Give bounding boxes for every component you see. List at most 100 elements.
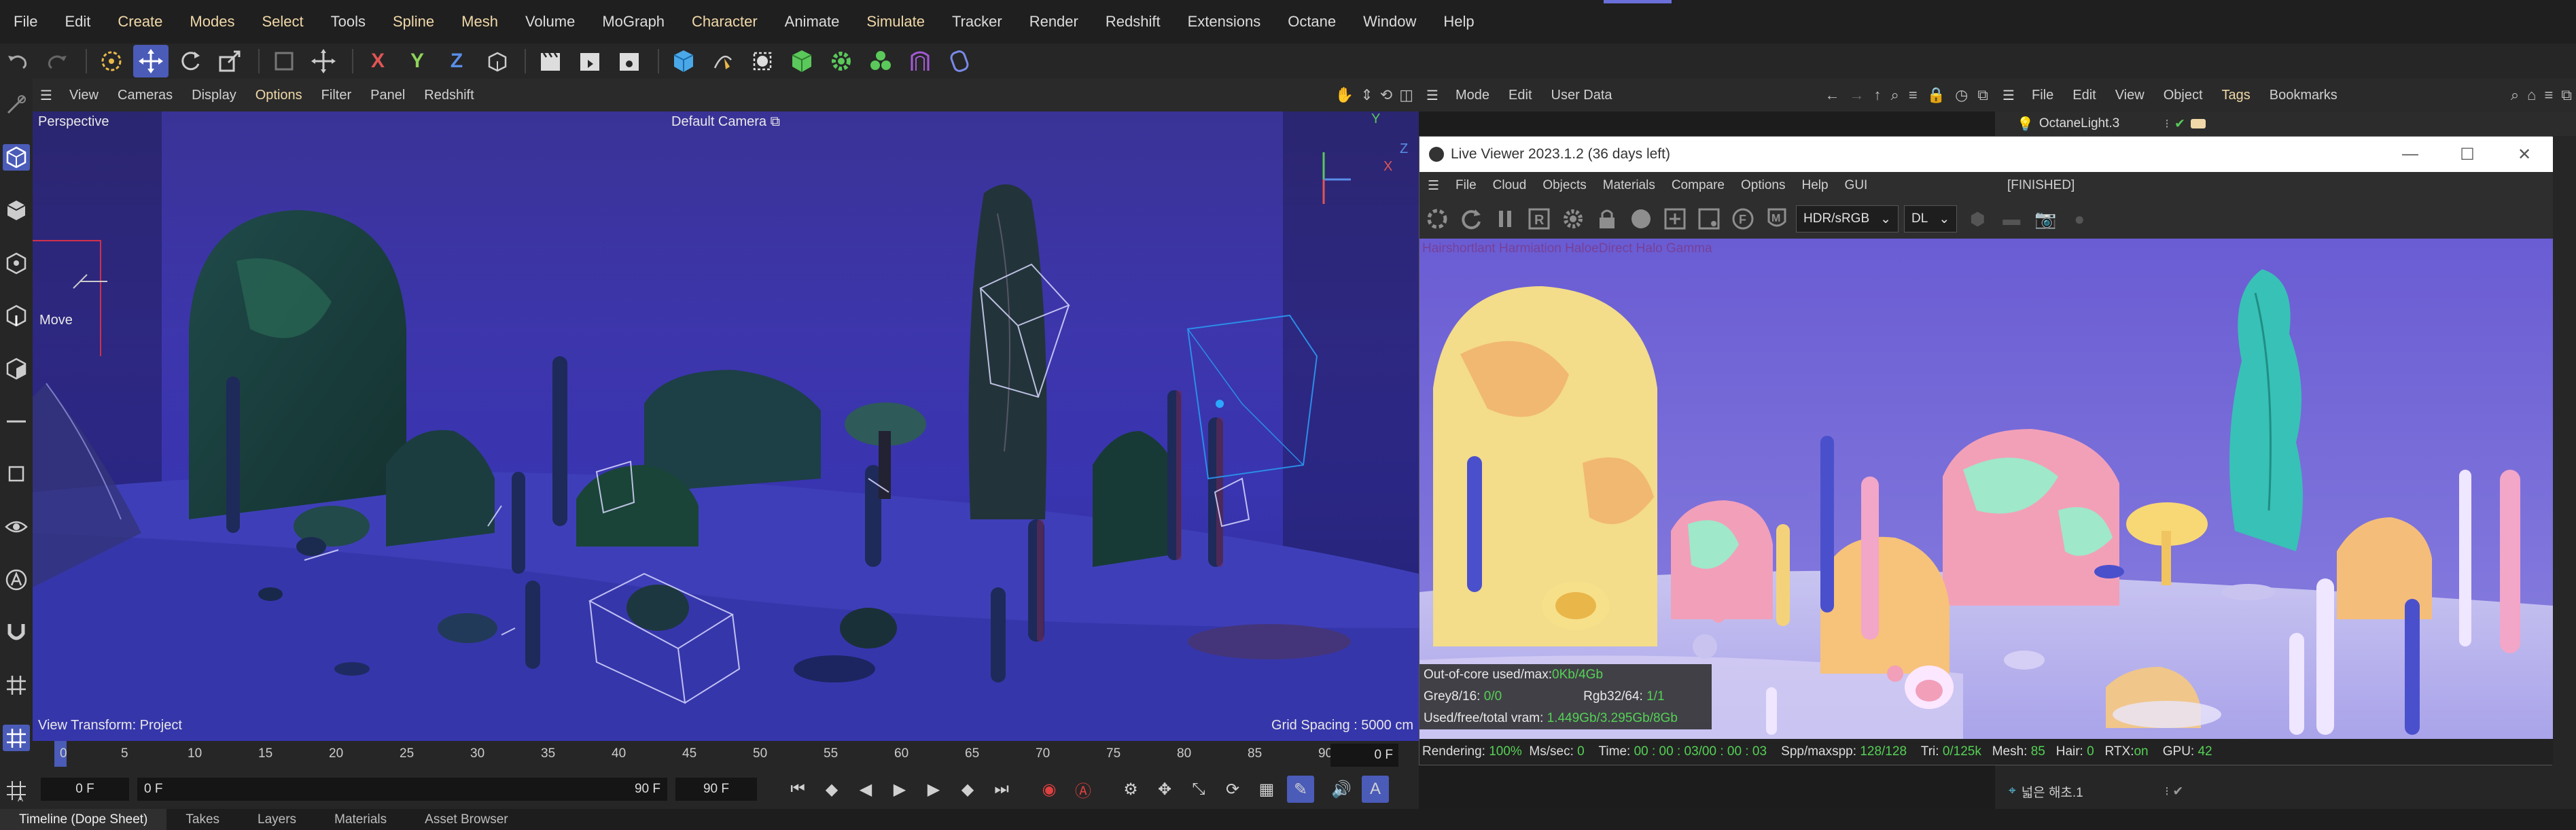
edge-mode-button[interactable]: [3, 302, 30, 330]
attribute-menu-edit[interactable]: Edit: [1499, 88, 1541, 103]
magnet-button[interactable]: [3, 619, 30, 646]
render-settings-button[interactable]: [612, 45, 647, 77]
filter-icon[interactable]: ≡: [1909, 86, 1918, 104]
viewport-menu-cameras[interactable]: Cameras: [108, 88, 182, 103]
clay-mode-button[interactable]: ⬢: [1962, 204, 1992, 234]
point-mode-button[interactable]: [3, 249, 30, 277]
field-button[interactable]: [942, 45, 977, 77]
menu-tools[interactable]: Tools: [317, 13, 379, 31]
key-param-button[interactable]: ▦: [1253, 776, 1280, 803]
3d-viewport[interactable]: Perspective Default Camera ⧉ Move Y Z X …: [33, 111, 1419, 741]
lv-menu-compare[interactable]: Compare: [1663, 178, 1733, 193]
previous-frame-button[interactable]: ◀: [852, 776, 879, 803]
lv-menu-cloud[interactable]: Cloud: [1485, 178, 1535, 193]
coordinate-system-button[interactable]: [478, 45, 514, 77]
sound-button[interactable]: 🔊: [1328, 776, 1355, 803]
viewport-projection-label[interactable]: Perspective: [38, 114, 109, 130]
y-axis-lock-button[interactable]: Y: [400, 45, 435, 77]
pan-hand-icon[interactable]: ✋: [1335, 86, 1354, 104]
focus-button[interactable]: F: [1728, 204, 1758, 234]
key-scale-button[interactable]: ⤡: [1185, 776, 1212, 803]
viewport-menu-panel[interactable]: Panel: [361, 88, 414, 103]
next-key-button[interactable]: ◆: [954, 776, 981, 803]
subdivision-button[interactable]: [745, 45, 780, 77]
uv-mode-button[interactable]: [3, 460, 30, 487]
home-icon[interactable]: ⌂: [2527, 86, 2536, 104]
transform-button[interactable]: [306, 45, 341, 77]
axis-mode-button[interactable]: [3, 408, 30, 435]
menu-file[interactable]: File: [0, 13, 51, 31]
menu-modes[interactable]: Modes: [176, 13, 248, 31]
undo-button[interactable]: [0, 45, 35, 77]
lock-resolution-button[interactable]: [1592, 204, 1622, 234]
subsampling-button[interactable]: ▬: [1996, 204, 2026, 234]
menu-character[interactable]: Character: [678, 13, 771, 31]
menu-spline[interactable]: Spline: [379, 13, 448, 31]
menu-animate[interactable]: Animate: [771, 13, 853, 31]
forward-arrow-icon[interactable]: →: [1850, 86, 1865, 104]
search-icon[interactable]: ⌕: [2511, 86, 2519, 104]
object-menu-edit[interactable]: Edit: [2063, 88, 2105, 103]
attribute-menu-user-data[interactable]: User Data: [1542, 88, 1622, 103]
orbit-icon[interactable]: ⟲: [1380, 86, 1392, 104]
lock-icon[interactable]: 🔒: [1927, 86, 1945, 104]
menu-volume[interactable]: Volume: [512, 13, 588, 31]
menu-mograph[interactable]: MoGraph: [588, 13, 678, 31]
menu-redshift[interactable]: Redshift: [1092, 13, 1174, 31]
menu-help[interactable]: Help: [1430, 13, 1487, 31]
snap-settings-button[interactable]: A: [3, 777, 30, 804]
rotate-tool-button[interactable]: [173, 45, 208, 77]
object-menu-view[interactable]: View: [2106, 88, 2154, 103]
workplane-button[interactable]: [3, 724, 30, 752]
visibility-dots-icon[interactable]: ⁝: [2165, 116, 2169, 132]
polygon-mode-button[interactable]: [3, 355, 30, 382]
go-to-start-button[interactable]: ⏮: [784, 776, 811, 803]
model-mode-button[interactable]: [3, 143, 30, 171]
material-preview-button[interactable]: [1626, 204, 1656, 234]
previous-key-button[interactable]: ◆: [818, 776, 845, 803]
viewport-menu-options[interactable]: Options: [246, 88, 312, 103]
attribute-menu-button[interactable]: ☰: [1419, 87, 1446, 104]
menu-extensions[interactable]: Extensions: [1174, 13, 1275, 31]
cloner-button[interactable]: [824, 45, 859, 77]
settings-button[interactable]: [1558, 204, 1588, 234]
lv-menu-file[interactable]: File: [1447, 178, 1485, 193]
record-button[interactable]: ◉: [1036, 776, 1063, 803]
end-frame-field[interactable]: 90 F: [675, 778, 757, 801]
cube-button[interactable]: [666, 45, 701, 77]
viewport-menu-filter[interactable]: Filter: [312, 88, 361, 103]
color-space-select[interactable]: HDR/sRGB ⌄: [1796, 205, 1899, 232]
lv-menu-materials[interactable]: Materials: [1595, 178, 1663, 193]
timeline-ruler[interactable]: 0 5 10 15 20 25 30 35 40 45 50 55 60 65 …: [33, 741, 1419, 770]
lv-menu-help[interactable]: Help: [1793, 178, 1836, 193]
pen-spline-button[interactable]: [705, 45, 741, 77]
tab-takes[interactable]: Takes: [166, 809, 239, 830]
close-button[interactable]: ✕: [2496, 137, 2553, 172]
viewport-menu-redshift[interactable]: Redshift: [414, 88, 483, 103]
object-menu-button[interactable]: ☰: [1995, 87, 2022, 104]
menu-tracker[interactable]: Tracker: [938, 13, 1016, 31]
object-menu-object[interactable]: Object: [2154, 88, 2212, 103]
lv-menu-gui[interactable]: GUI: [1837, 178, 1876, 193]
x-axis-lock-button[interactable]: X: [360, 45, 395, 77]
annotation-button[interactable]: [3, 566, 30, 593]
render-image[interactable]: Hairshortlant Harmiation HaloeDirect Hal…: [1419, 239, 2553, 739]
menu-octane[interactable]: Octane: [1274, 13, 1349, 31]
material-pick-button[interactable]: M: [1762, 204, 1792, 234]
key-rotation-button[interactable]: ⟳: [1219, 776, 1246, 803]
viewport-menu-view[interactable]: View: [60, 88, 108, 103]
tab-layers[interactable]: Layers: [239, 809, 315, 830]
move-tool-button[interactable]: [133, 45, 169, 77]
render-view-button[interactable]: [533, 45, 568, 77]
viewport-camera-label[interactable]: Default Camera ⧉: [671, 114, 780, 130]
tab-materials[interactable]: Materials: [315, 809, 406, 830]
history-icon[interactable]: ◷: [1955, 86, 1968, 104]
object-row[interactable]: 💡 OctaneLight.3 ⁝ ✔: [1995, 111, 2576, 136]
render-to-picture-viewer-button[interactable]: [572, 45, 607, 77]
menu-render[interactable]: Render: [1016, 13, 1092, 31]
maximize-view-icon[interactable]: ◫: [1399, 86, 1413, 104]
minimize-button[interactable]: —: [2382, 137, 2439, 172]
new-window-icon[interactable]: ⧉: [1977, 86, 1988, 104]
tab-asset-browser[interactable]: Asset Browser: [406, 809, 527, 830]
dolly-arrows-icon[interactable]: ⇕: [1360, 86, 1373, 104]
